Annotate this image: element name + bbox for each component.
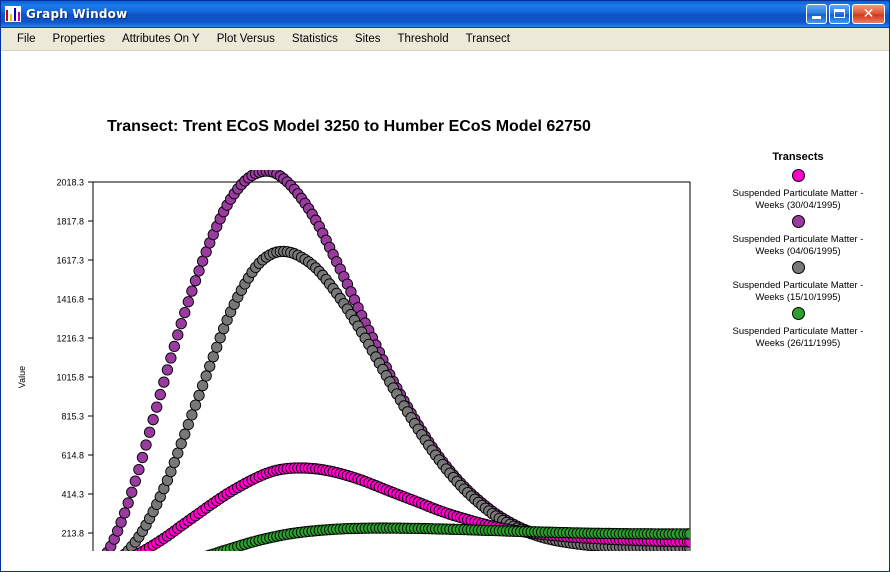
title-bar: Graph Window ✕: [1, 1, 889, 28]
legend-marker-icon-1: [791, 215, 805, 228]
y-tick-label: 2018.3: [56, 178, 84, 188]
series-0[interactable]: [88, 166, 695, 572]
data-marker: [186, 285, 198, 297]
legend-marker-icon-2: [791, 261, 805, 274]
menu-item-file[interactable]: File: [9, 30, 45, 48]
maximize-button[interactable]: [829, 4, 850, 24]
y-axis-label: Value: [17, 366, 27, 388]
data-marker: [126, 486, 138, 498]
data-marker: [684, 528, 690, 540]
y-tick-label: 1416.8: [56, 295, 84, 305]
data-marker: [158, 376, 170, 388]
data-marker: [161, 364, 174, 376]
data-marker: [129, 475, 141, 487]
bar-chart-icon: [5, 6, 21, 22]
close-icon: ✕: [862, 6, 875, 22]
data-marker: [154, 388, 166, 401]
chart-title: Transect: Trent ECoS Model 3250 to Humbe…: [107, 118, 591, 135]
close-button[interactable]: ✕: [852, 4, 885, 24]
data-marker: [165, 352, 177, 364]
graph-window: Graph Window ✕ File Properties Attribute…: [0, 0, 890, 572]
data-marker: [179, 306, 191, 319]
data-marker: [115, 516, 127, 528]
data-marker: [118, 507, 131, 519]
chart-area: Transect: Trent ECoS Model 3250 to Humbe…: [1, 51, 889, 572]
data-marker: [175, 438, 187, 450]
data-marker: [140, 439, 152, 451]
legend-label-0: Suspended Particulate Matter - Weeks (30…: [732, 188, 864, 211]
window-buttons: ✕: [806, 4, 887, 24]
legend: Transects Suspended Particulate Matter -…: [713, 151, 883, 352]
data-marker: [182, 296, 194, 308]
legend-label-1: Suspended Particulate Matter - Weeks (04…: [732, 234, 864, 257]
maximize-icon: [834, 9, 845, 18]
legend-entry-1[interactable]: Suspended Particulate Matter - Weeks (04…: [713, 214, 883, 258]
data-marker: [143, 426, 156, 438]
data-marker: [168, 456, 180, 469]
data-marker: [193, 265, 205, 277]
data-marker: [196, 255, 209, 267]
menu-item-attributes-on-y[interactable]: Attributes On Y: [114, 30, 209, 48]
menu-bar: File Properties Attributes On Y Plot Ver…: [1, 28, 889, 51]
y-tick-label: 213.8: [61, 529, 84, 539]
status-area: [1, 551, 889, 571]
menu-item-sites[interactable]: Sites: [347, 30, 390, 48]
data-marker: [133, 463, 145, 476]
data-marker: [196, 380, 209, 392]
y-tick-label: 1617.3: [56, 256, 84, 266]
y-tick-label: 1817.8: [56, 217, 84, 227]
legend-label-2: Suspended Particulate Matter - Weeks (15…: [732, 280, 864, 303]
y-tick-label: 614.8: [61, 451, 84, 461]
menu-item-properties[interactable]: Properties: [45, 30, 114, 48]
legend-entry-3[interactable]: Suspended Particulate Matter - Weeks (26…: [713, 306, 883, 350]
data-marker: [136, 451, 149, 464]
window-title: Graph Window: [26, 7, 128, 21]
y-tick-label: 1216.3: [56, 334, 84, 344]
legend-label-3: Suspended Particulate Matter - Weeks (26…: [732, 326, 864, 349]
minimize-button[interactable]: [806, 4, 827, 24]
data-marker: [168, 340, 180, 352]
menu-item-threshold[interactable]: Threshold: [390, 30, 458, 48]
data-marker: [172, 329, 184, 341]
legend-entry-2[interactable]: Suspended Particulate Matter - Weeks (15…: [713, 260, 883, 304]
legend-marker-icon-3: [791, 307, 805, 320]
data-marker: [186, 409, 198, 421]
data-marker: [122, 497, 134, 509]
data-marker: [175, 317, 187, 330]
y-tick-label: 1015.8: [56, 373, 84, 383]
data-marker: [182, 418, 194, 431]
menu-item-statistics[interactable]: Statistics: [284, 30, 347, 48]
legend-title: Transects: [772, 151, 824, 163]
y-tick-label: 414.3: [61, 490, 84, 500]
data-marker: [193, 389, 205, 402]
menu-item-plot-versus[interactable]: Plot Versus: [209, 30, 284, 48]
y-tick-label: 815.3: [61, 412, 84, 422]
data-marker: [211, 341, 223, 353]
data-marker: [151, 401, 163, 413]
menu-item-transect[interactable]: Transect: [458, 30, 519, 48]
data-marker: [179, 428, 191, 440]
data-marker: [204, 360, 216, 372]
series-layer: [88, 166, 695, 572]
data-marker: [172, 447, 184, 459]
data-marker: [207, 351, 219, 363]
data-marker: [189, 399, 202, 411]
legend-marker-icon-0: [791, 169, 805, 182]
data-marker: [200, 370, 212, 382]
data-marker: [189, 275, 202, 287]
legend-entry-0[interactable]: Suspended Particulate Matter - Weeks (30…: [713, 168, 883, 212]
data-marker: [147, 414, 159, 426]
minimize-icon: [812, 16, 821, 19]
